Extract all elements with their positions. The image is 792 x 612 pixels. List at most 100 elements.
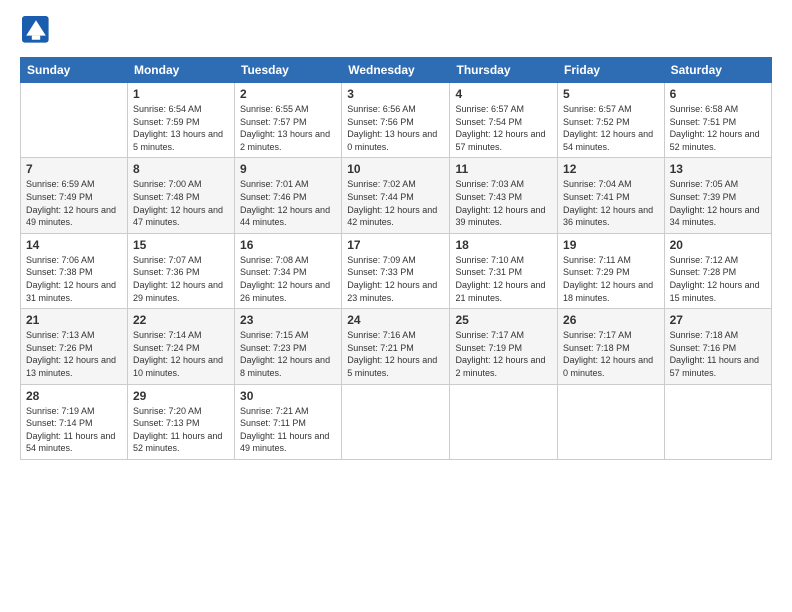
calendar-cell: 15Sunrise: 7:07 AMSunset: 7:36 PMDayligh… [127, 233, 234, 308]
weekday-header: Wednesday [342, 58, 450, 83]
day-info: Sunrise: 7:00 AMSunset: 7:48 PMDaylight:… [133, 178, 229, 228]
calendar-cell: 2 Sunrise: 6:55 AMSunset: 7:57 PMDaylight… [235, 83, 342, 158]
calendar-cell: 27Sunrise: 7:18 AMSunset: 7:16 PMDayligh… [664, 309, 771, 384]
calendar-cell: 28 Sunrise: 7:19 AMSunset: 7:14 PMDayligh… [21, 384, 128, 459]
calendar-cell: 25 Sunrise: 7:17 AMSunset: 7:19 PMDayligh… [450, 309, 558, 384]
day-number: 10 [347, 162, 444, 176]
day-number: 20 [670, 238, 766, 252]
calendar-cell: 1 Sunrise: 6:54 AMSunset: 7:59 PMDaylight… [127, 83, 234, 158]
day-info: Sunrise: 7:15 AMSunset: 7:23 PMDaylight:… [240, 329, 336, 379]
calendar-cell: 9 Sunrise: 7:01 AMSunset: 7:46 PMDaylight… [235, 158, 342, 233]
calendar-cell [558, 384, 665, 459]
calendar-cell [664, 384, 771, 459]
day-number: 24 [347, 313, 444, 327]
calendar-cell: 20Sunrise: 7:12 AMSunset: 7:28 PMDayligh… [664, 233, 771, 308]
page: SundayMondayTuesdayWednesdayThursdayFrid… [0, 0, 792, 612]
day-info: Sunrise: 7:04 AMSunset: 7:41 PMDaylight:… [563, 178, 659, 228]
day-number: 11 [455, 162, 552, 176]
calendar-cell: 17 Sunrise: 7:09 AMSunset: 7:33 PMDayligh… [342, 233, 450, 308]
calendar-cell [450, 384, 558, 459]
calendar-cell: 16 Sunrise: 7:08 AMSunset: 7:34 PMDayligh… [235, 233, 342, 308]
day-info: Sunrise: 7:06 AMSunset: 7:38 PMDaylight:… [26, 254, 122, 304]
day-number: 19 [563, 238, 659, 252]
day-number: 26 [563, 313, 659, 327]
day-info: Sunrise: 7:07 AMSunset: 7:36 PMDaylight:… [133, 254, 229, 304]
day-number: 6 [670, 87, 766, 101]
weekday-header: Sunday [21, 58, 128, 83]
day-info: Sunrise: 7:01 AMSunset: 7:46 PMDaylight:… [240, 178, 336, 228]
calendar-cell: 14 Sunrise: 7:06 AMSunset: 7:38 PMDayligh… [21, 233, 128, 308]
day-info: Sunrise: 7:17 AMSunset: 7:19 PMDaylight:… [455, 329, 552, 379]
calendar-cell: 4 Sunrise: 6:57 AMSunset: 7:54 PMDaylight… [450, 83, 558, 158]
day-number: 23 [240, 313, 336, 327]
calendar-cell: 22 Sunrise: 7:14 AMSunset: 7:24 PMDayligh… [127, 309, 234, 384]
day-number: 25 [455, 313, 552, 327]
day-info: Sunrise: 6:58 AMSunset: 7:51 PMDaylight:… [670, 103, 766, 153]
calendar-cell: 29 Sunrise: 7:20 AMSunset: 7:13 PMDayligh… [127, 384, 234, 459]
calendar-cell: 11 Sunrise: 7:03 AMSunset: 7:43 PMDayligh… [450, 158, 558, 233]
day-info: Sunrise: 7:17 AMSunset: 7:18 PMDaylight:… [563, 329, 659, 379]
day-number: 13 [670, 162, 766, 176]
calendar-cell: 21 Sunrise: 7:13 AMSunset: 7:26 PMDayligh… [21, 309, 128, 384]
day-number: 2 [240, 87, 336, 101]
calendar-cell: 23 Sunrise: 7:15 AMSunset: 7:23 PMDayligh… [235, 309, 342, 384]
day-info: Sunrise: 7:14 AMSunset: 7:24 PMDaylight:… [133, 329, 229, 379]
header [20, 16, 772, 49]
day-number: 17 [347, 238, 444, 252]
day-info: Sunrise: 6:57 AMSunset: 7:52 PMDaylight:… [563, 103, 659, 153]
day-number: 12 [563, 162, 659, 176]
calendar-cell: 10 Sunrise: 7:02 AMSunset: 7:44 PMDayligh… [342, 158, 450, 233]
day-info: Sunrise: 7:16 AMSunset: 7:21 PMDaylight:… [347, 329, 444, 379]
calendar-cell: 8 Sunrise: 7:00 AMSunset: 7:48 PMDaylight… [127, 158, 234, 233]
day-info: Sunrise: 7:10 AMSunset: 7:31 PMDaylight:… [455, 254, 552, 304]
calendar-table: SundayMondayTuesdayWednesdayThursdayFrid… [20, 57, 772, 460]
calendar-cell [21, 83, 128, 158]
day-number: 27 [670, 313, 766, 327]
calendar-cell: 26 Sunrise: 7:17 AMSunset: 7:18 PMDayligh… [558, 309, 665, 384]
day-number: 22 [133, 313, 229, 327]
day-number: 21 [26, 313, 122, 327]
calendar-cell: 6 Sunrise: 6:58 AMSunset: 7:51 PMDaylight… [664, 83, 771, 158]
day-number: 8 [133, 162, 229, 176]
day-number: 4 [455, 87, 552, 101]
day-number: 7 [26, 162, 122, 176]
day-info: Sunrise: 7:11 AMSunset: 7:29 PMDaylight:… [563, 254, 659, 304]
calendar-cell: 5 Sunrise: 6:57 AMSunset: 7:52 PMDaylight… [558, 83, 665, 158]
weekday-header: Tuesday [235, 58, 342, 83]
day-info: Sunrise: 6:57 AMSunset: 7:54 PMDaylight:… [455, 103, 552, 153]
calendar-cell: 30Sunrise: 7:21 AMSunset: 7:11 PMDayligh… [235, 384, 342, 459]
weekday-header: Monday [127, 58, 234, 83]
day-info: Sunrise: 7:09 AMSunset: 7:33 PMDaylight:… [347, 254, 444, 304]
day-info: Sunrise: 7:03 AMSunset: 7:43 PMDaylight:… [455, 178, 552, 228]
day-number: 14 [26, 238, 122, 252]
calendar-cell: 12 Sunrise: 7:04 AMSunset: 7:41 PMDayligh… [558, 158, 665, 233]
logo [20, 16, 54, 49]
day-info: Sunrise: 7:05 AMSunset: 7:39 PMDaylight:… [670, 178, 766, 228]
day-info: Sunrise: 7:13 AMSunset: 7:26 PMDaylight:… [26, 329, 122, 379]
day-info: Sunrise: 7:21 AMSunset: 7:11 PMDaylight:… [240, 405, 336, 455]
day-number: 5 [563, 87, 659, 101]
day-info: Sunrise: 6:56 AMSunset: 7:56 PMDaylight:… [347, 103, 444, 153]
weekday-header: Saturday [664, 58, 771, 83]
day-info: Sunrise: 7:02 AMSunset: 7:44 PMDaylight:… [347, 178, 444, 228]
day-number: 16 [240, 238, 336, 252]
day-number: 1 [133, 87, 229, 101]
calendar-cell: 18Sunrise: 7:10 AMSunset: 7:31 PMDayligh… [450, 233, 558, 308]
logo-icon [22, 16, 50, 44]
day-info: Sunrise: 7:20 AMSunset: 7:13 PMDaylight:… [133, 405, 229, 455]
day-number: 28 [26, 389, 122, 403]
calendar-cell: 3 Sunrise: 6:56 AMSunset: 7:56 PMDaylight… [342, 83, 450, 158]
calendar-cell: 19 Sunrise: 7:11 AMSunset: 7:29 PMDayligh… [558, 233, 665, 308]
day-number: 9 [240, 162, 336, 176]
day-info: Sunrise: 6:55 AMSunset: 7:57 PMDaylight:… [240, 103, 336, 153]
calendar-cell: 13 Sunrise: 7:05 AMSunset: 7:39 PMDayligh… [664, 158, 771, 233]
day-info: Sunrise: 7:08 AMSunset: 7:34 PMDaylight:… [240, 254, 336, 304]
day-info: Sunrise: 7:19 AMSunset: 7:14 PMDaylight:… [26, 405, 122, 455]
day-info: Sunrise: 6:59 AMSunset: 7:49 PMDaylight:… [26, 178, 122, 228]
calendar-cell: 7 Sunrise: 6:59 AMSunset: 7:49 PMDaylight… [21, 158, 128, 233]
day-info: Sunrise: 6:54 AMSunset: 7:59 PMDaylight:… [133, 103, 229, 153]
day-number: 29 [133, 389, 229, 403]
calendar-cell: 24 Sunrise: 7:16 AMSunset: 7:21 PMDayligh… [342, 309, 450, 384]
weekday-header: Thursday [450, 58, 558, 83]
day-number: 3 [347, 87, 444, 101]
